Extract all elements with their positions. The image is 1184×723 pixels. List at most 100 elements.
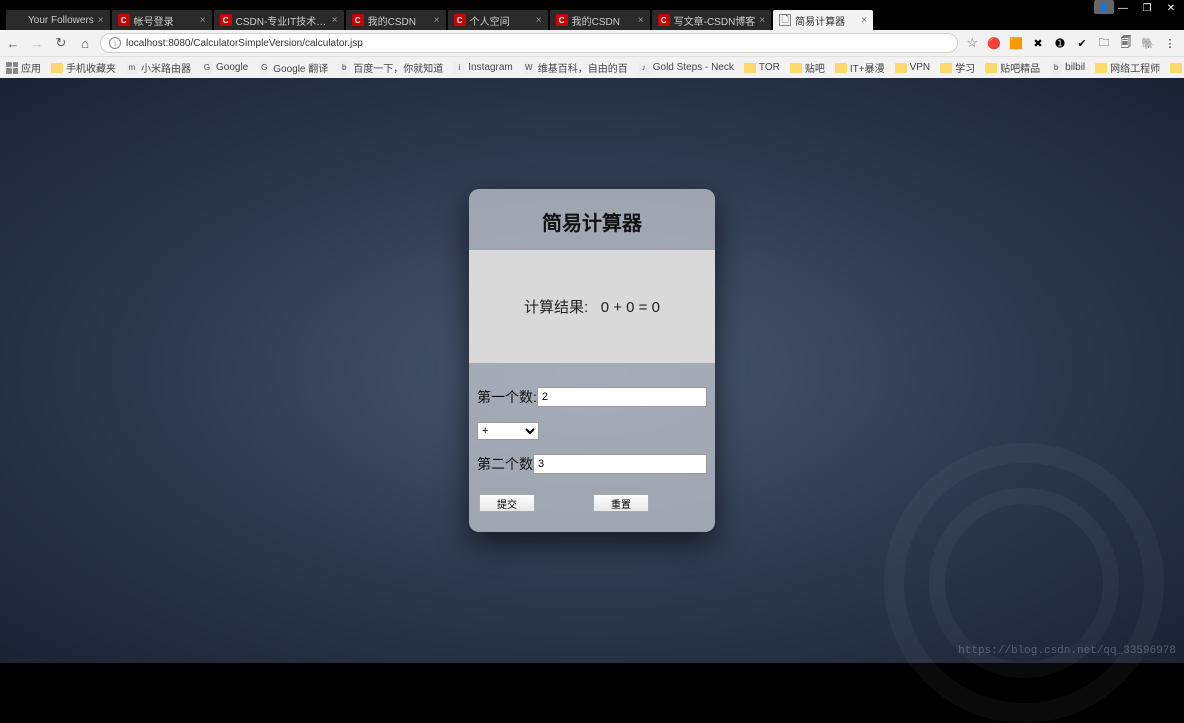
tab-favicon: C [352,14,364,26]
profile-icon[interactable]: 👤 [1094,0,1114,14]
browser-tab-6[interactable]: C 写文章-CSDN博客× [652,10,772,30]
bookmark-label: IT+暴漫 [850,60,885,75]
bookmark-label: Google 翻译 [273,60,328,75]
tab-favicon: 🗋 [779,14,791,26]
tab-title: 写文章-CSDN博客 [674,13,756,28]
extension-icon-0[interactable]: 🔴 [986,35,1002,51]
folder-icon [895,63,907,73]
page-content: 简易计算器 计算结果: 0 + 0 = 0 第一个数: + 第二个数 提交 重置 [0,78,1184,663]
window-close[interactable]: ✕ [1162,2,1180,14]
bookmark-4[interactable]: GGoogle 翻译 [258,60,328,75]
url-input[interactable]: i localhost:8080/CalculatorSimpleVersion… [100,33,958,53]
window-maximize[interactable]: ❐ [1138,2,1156,14]
tab-title: 我的CSDN [368,13,430,28]
extension-icon-7[interactable]: 🐘 [1140,35,1156,51]
reload-button[interactable]: ↻ [54,35,68,51]
extension-icon-2[interactable]: ✖ [1030,35,1046,51]
tab-favicon: C [220,14,232,26]
folder-icon [744,63,756,73]
tab-close-icon[interactable]: × [861,15,867,26]
bookmark-label: VPN [910,62,931,73]
bookmark-label: Gold Steps - Neck [653,62,734,73]
tab-close-icon[interactable]: × [434,15,440,26]
window-minimize[interactable]: — [1114,2,1132,14]
bookmark-2[interactable]: m小米路由器 [126,60,191,75]
bookmark-15[interactable]: bbilbil [1050,62,1085,74]
extension-icon-8[interactable]: ⋮ [1162,35,1178,51]
bookmark-5[interactable]: b百度一下，你就知道 [338,60,443,75]
bookmark-label: 贴吧精品 [1000,60,1040,75]
bookmark-11[interactable]: IT+暴漫 [835,60,885,75]
tab-close-icon[interactable]: × [638,15,644,26]
site-icon: m [126,62,138,74]
tab-title: 我的CSDN [572,13,634,28]
browser-tab-3[interactable]: C 我的CSDN × [346,10,446,30]
tab-favicon: C [118,14,130,26]
bookmark-label: 网络工程师 [1110,60,1160,75]
bookmark-8[interactable]: ♪Gold Steps - Neck [638,62,734,74]
bookmark-label: 手机收藏夹 [66,60,116,75]
tab-close-icon[interactable]: × [200,15,206,26]
operator-select[interactable]: + [477,422,539,440]
folder-icon [835,63,847,73]
browser-tab-4[interactable]: C 个人空间 × [448,10,548,30]
bookmark-9[interactable]: TOR [744,62,780,73]
address-bar: ← → ↻ ⌂ i localhost:8080/CalculatorSimpl… [0,30,1184,56]
bookmark-6[interactable]: iInstagram [453,62,512,74]
browser-tab-7[interactable]: 🗋 简易计算器 × [773,10,873,30]
site-icon: ♪ [638,62,650,74]
extension-icon-5[interactable]: 🗀 [1096,35,1112,51]
bookmark-label: Instagram [468,62,512,73]
browser-tab-0[interactable]: Your Followers× [6,10,110,30]
home-button[interactable]: ⌂ [78,36,92,51]
tab-favicon: C [658,14,670,26]
tab-title: 个人空间 [470,13,532,28]
folder-icon [790,63,802,73]
bookmark-label: 学习 [955,60,975,75]
tab-favicon: C [454,14,466,26]
num2-input[interactable] [533,454,707,474]
site-icon: b [1050,62,1062,74]
bookmark-17[interactable]: 学习 [1170,60,1184,75]
browser-tab-1[interactable]: C帐号登录× [112,10,212,30]
num2-label: 第二个数 [477,454,533,474]
extension-icon-1[interactable]: 🟧 [1008,35,1024,51]
bookmark-12[interactable]: VPN [895,62,931,73]
tab-close-icon[interactable]: × [332,15,338,26]
bookmark-10[interactable]: 贴吧 [790,60,825,75]
tab-close-icon[interactable]: × [98,15,104,26]
num1-label: 第一个数: [477,387,537,407]
back-button[interactable]: ← [6,36,20,51]
extension-icon-3[interactable]: ➊ [1052,35,1068,51]
site-icon: G [258,62,270,74]
bookmark-1[interactable]: 手机收藏夹 [51,60,116,75]
bookmark-label: 百度一下，你就知道 [353,60,443,75]
bookmark-7[interactable]: W维基百科，自由的百 [523,60,628,75]
forward-button[interactable]: → [30,36,44,51]
folder-icon [985,63,997,73]
tab-strip: Your Followers×C帐号登录×CCSDN-专业IT技术社区×C我的C… [0,8,1184,30]
reset-button[interactable]: 重置 [593,494,649,512]
bookmark-0[interactable]: 应用 [6,60,41,75]
num1-input[interactable] [537,387,707,407]
site-info-icon[interactable]: i [109,37,121,49]
bookmark-3[interactable]: GGoogle [201,62,248,74]
submit-button[interactable]: 提交 [479,494,535,512]
bookmark-13[interactable]: 学习 [940,60,975,75]
bookmark-16[interactable]: 网络工程师 [1095,60,1160,75]
bookmark-label: 小米路由器 [141,60,191,75]
browser-tab-5[interactable]: C我的CSDN× [550,10,650,30]
folder-icon [1095,63,1107,73]
extension-icon-6[interactable]: 🗐 [1118,35,1134,51]
browser-tab-2[interactable]: CCSDN-专业IT技术社区× [214,10,344,30]
bookmark-star-icon[interactable]: ☆ [966,35,978,51]
folder-icon [1170,63,1182,73]
tab-close-icon[interactable]: × [759,15,765,26]
bookmark-14[interactable]: 贴吧精品 [985,60,1040,75]
tab-title: 简易计算器 [795,13,857,28]
url-text: localhost:8080/CalculatorSimpleVersion/c… [126,38,363,49]
extension-icons: 🔴 🟧 ✖ ➊ ✔ 🗀 🗐 🐘 ⋮ [986,35,1178,51]
extension-icon-4[interactable]: ✔ [1074,35,1090,51]
tab-close-icon[interactable]: × [536,15,542,26]
site-icon: b [338,62,350,74]
